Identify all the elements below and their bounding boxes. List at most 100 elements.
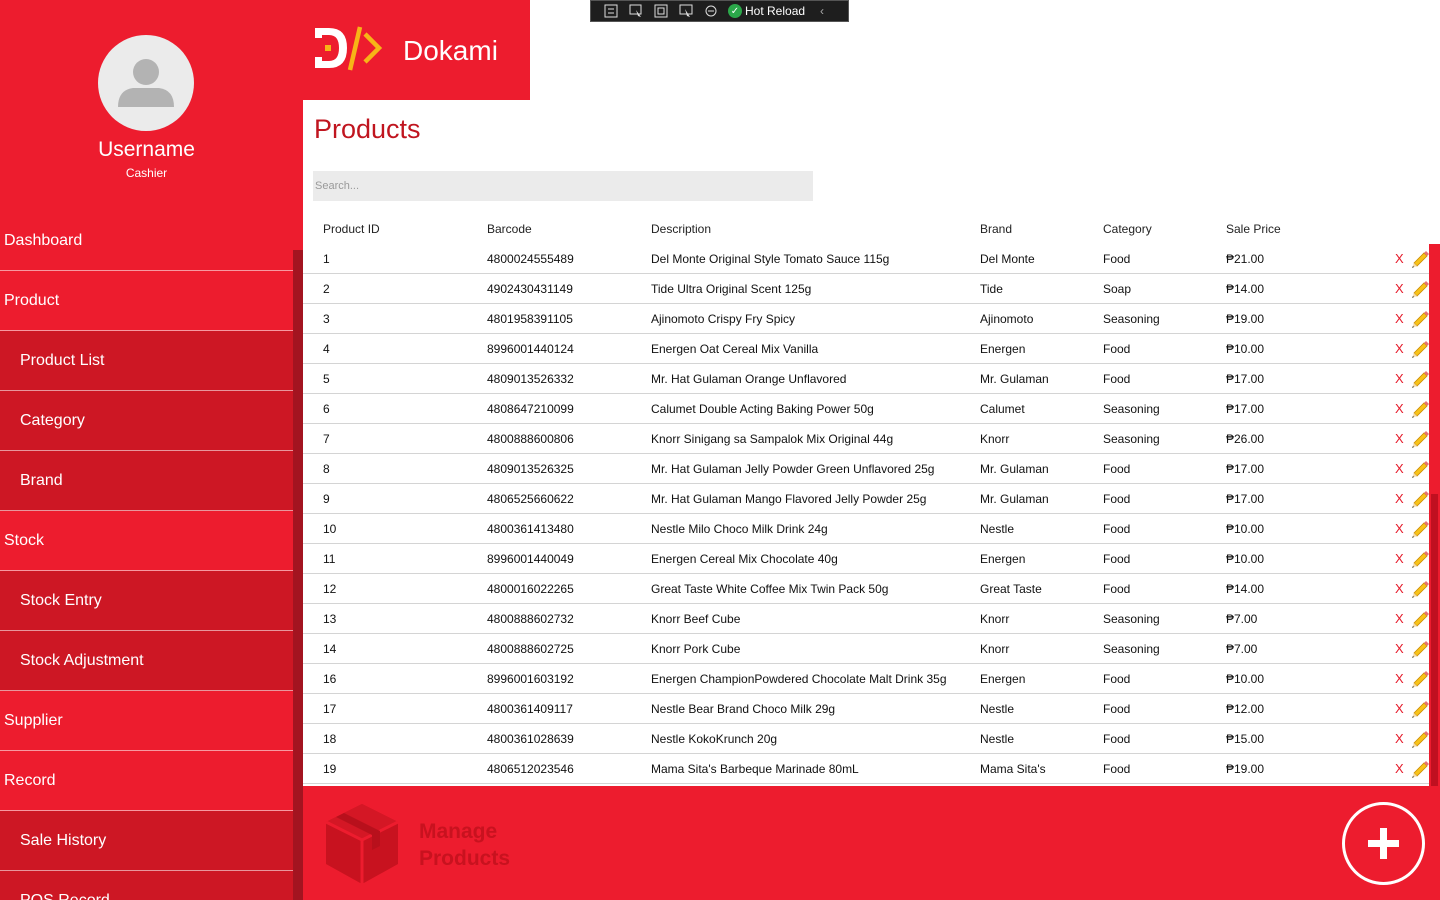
barcode-cell: 4902430431149 (487, 282, 573, 296)
add-product-button[interactable] (1342, 802, 1425, 885)
delete-button[interactable]: X (1395, 671, 1404, 686)
table-row[interactable]: 8 4809013526325 Mr. Hat Gulaman Jelly Powd… (303, 454, 1429, 484)
sale-price-cell: ₱21.00 (1226, 252, 1265, 266)
edit-pencil-icon[interactable] (1410, 669, 1430, 689)
delete-button[interactable]: X (1395, 611, 1404, 626)
sidebar-item-dashboard[interactable]: Dashboard (0, 211, 293, 271)
column-header-brand[interactable]: Brand (980, 214, 1012, 244)
binding-failures-icon[interactable] (703, 4, 719, 18)
delete-button[interactable]: X (1395, 551, 1404, 566)
delete-button[interactable]: X (1395, 491, 1404, 506)
table-row[interactable]: 16 8996001603192 Energen ChampionPowdered … (303, 664, 1429, 694)
table-row[interactable]: 10 4800361413480 Nestle Milo Choco Milk Dr… (303, 514, 1429, 544)
track-focus-icon[interactable] (678, 4, 694, 18)
table-row[interactable]: 6 4808647210099 Calumet Double Acting Baki… (303, 394, 1429, 424)
sidebar-item-label: Category (20, 411, 85, 429)
edit-pencil-icon[interactable] (1410, 489, 1430, 509)
live-tree-icon[interactable] (603, 4, 619, 18)
sidebar-item-supplier[interactable]: Supplier (0, 691, 293, 751)
table-scrollbar-thumb[interactable] (1431, 494, 1438, 786)
edit-pencil-icon[interactable] (1410, 579, 1430, 599)
delete-button[interactable]: X (1395, 701, 1404, 716)
sidebar-item-stock-adjustment[interactable]: Stock Adjustment (0, 631, 293, 691)
delete-button[interactable]: X (1395, 311, 1404, 326)
column-header-description[interactable]: Description (651, 214, 711, 244)
sidebar-item-brand[interactable]: Brand (0, 451, 293, 511)
sidebar-item-stock-entry[interactable]: Stock Entry (0, 571, 293, 631)
table-row[interactable]: 1 4800024555489 Del Monte Original Style T… (303, 244, 1429, 274)
table-row[interactable]: 9 4806525660622 Mr. Hat Gulaman Mango Flav… (303, 484, 1429, 514)
table-row[interactable]: 14 4800888602725 Knorr Pork Cube Knorr Seaso… (303, 634, 1429, 664)
delete-button[interactable]: X (1395, 521, 1404, 536)
barcode-cell: 8996001440049 (487, 552, 574, 566)
brand-cell: Knorr (980, 612, 1010, 626)
table-row[interactable]: 3 4801958391105 Ajinomoto Crispy Fry Spicy… (303, 304, 1429, 334)
product-id-cell: 18 (323, 732, 337, 746)
table-row[interactable]: 13 4800888602732 Knorr Beef Cube Knorr Seaso… (303, 604, 1429, 634)
edit-pencil-icon[interactable] (1410, 699, 1430, 719)
sale-price-cell: ₱26.00 (1226, 432, 1265, 446)
sidebar-item-product-list[interactable]: Product List (0, 331, 293, 391)
edit-pencil-icon[interactable] (1410, 429, 1430, 449)
edit-pencil-icon[interactable] (1410, 759, 1430, 779)
table-row[interactable]: 11 8996001440049 Energen Cereal Mix Chocol… (303, 544, 1429, 574)
delete-button[interactable]: X (1395, 581, 1404, 596)
delete-button[interactable]: X (1395, 731, 1404, 746)
sidebar-item-pos-record[interactable]: POS Record (0, 871, 293, 900)
table-row[interactable]: 12 4800016022265 Great Taste White Coffee … (303, 574, 1429, 604)
delete-button[interactable]: X (1395, 281, 1404, 296)
sidebar-item-category[interactable]: Category (0, 391, 293, 451)
table-row[interactable]: 4 8996001440124 Energen Oat Cereal Mix Van… (303, 334, 1429, 364)
delete-button[interactable]: X (1395, 341, 1404, 356)
edit-pencil-icon[interactable] (1410, 549, 1430, 569)
search-input[interactable] (313, 171, 813, 201)
table-row[interactable]: 2 4902430431149 Tide Ultra Original Scent … (303, 274, 1429, 304)
edit-pencil-icon[interactable] (1410, 519, 1430, 539)
hot-reload-status[interactable]: ✓ Hot Reload (728, 4, 805, 18)
avatar (98, 35, 194, 131)
delete-button[interactable]: X (1395, 641, 1404, 656)
page-title: Products (314, 114, 421, 144)
edit-pencil-icon[interactable] (1410, 279, 1430, 299)
brand-cell: Energen (980, 552, 1026, 566)
edit-pencil-icon[interactable] (1410, 369, 1430, 389)
edit-pencil-icon[interactable] (1410, 399, 1430, 419)
delete-button[interactable]: X (1395, 251, 1404, 266)
sidebar-item-product[interactable]: Product (0, 271, 293, 331)
sidebar-item-record[interactable]: Record (0, 751, 293, 811)
sidebar-item-sale-history[interactable]: Sale History (0, 811, 293, 871)
column-header-category[interactable]: Category (1103, 214, 1152, 244)
sidebar-scrollbar[interactable] (293, 250, 303, 900)
column-header-barcode[interactable]: Barcode (487, 214, 532, 244)
column-header-sale-price[interactable]: Sale Price (1226, 214, 1281, 244)
table-row[interactable]: 7 4800888600806 Knorr Sinigang sa Sampalok… (303, 424, 1429, 454)
delete-button[interactable]: X (1395, 371, 1404, 386)
delete-button[interactable]: X (1395, 431, 1404, 446)
product-id-cell: 19 (323, 762, 337, 776)
category-cell: Food (1103, 492, 1131, 506)
delete-button[interactable]: X (1395, 401, 1404, 416)
category-cell: Seasoning (1103, 642, 1160, 656)
table-row[interactable]: 18 4800361028639 Nestle KokoKrunch 20g Nest… (303, 724, 1429, 754)
barcode-cell: 4800361413480 (487, 522, 574, 536)
layout-adorner-icon[interactable] (653, 4, 669, 18)
product-id-cell: 1 (323, 252, 330, 266)
edit-pencil-icon[interactable] (1410, 459, 1430, 479)
table-row[interactable]: 5 4809013526332 Mr. Hat Gulaman Orange Unf… (303, 364, 1429, 394)
edit-pencil-icon[interactable] (1410, 339, 1430, 359)
column-header-product-id[interactable]: Product ID (323, 214, 380, 244)
edit-pencil-icon[interactable] (1410, 729, 1430, 749)
collapse-toolbar-icon[interactable]: ‹ (820, 4, 824, 18)
delete-button[interactable]: X (1395, 761, 1404, 776)
edit-pencil-icon[interactable] (1410, 639, 1430, 659)
select-element-icon[interactable] (628, 4, 644, 18)
sidebar-item-stock[interactable]: Stock (0, 511, 293, 571)
brand-cell: Tide (980, 282, 1003, 296)
edit-pencil-icon[interactable] (1410, 609, 1430, 629)
delete-button[interactable]: X (1395, 461, 1404, 476)
table-row[interactable]: 19 4806512023546 Mama Sita's Barbeque Mari… (303, 754, 1429, 784)
edit-pencil-icon[interactable] (1410, 249, 1430, 269)
edit-pencil-icon[interactable] (1410, 309, 1430, 329)
table-row[interactable]: 17 4800361409117 Nestle Bear Brand Choco M… (303, 694, 1429, 724)
table-scrollbar[interactable] (1429, 244, 1440, 786)
